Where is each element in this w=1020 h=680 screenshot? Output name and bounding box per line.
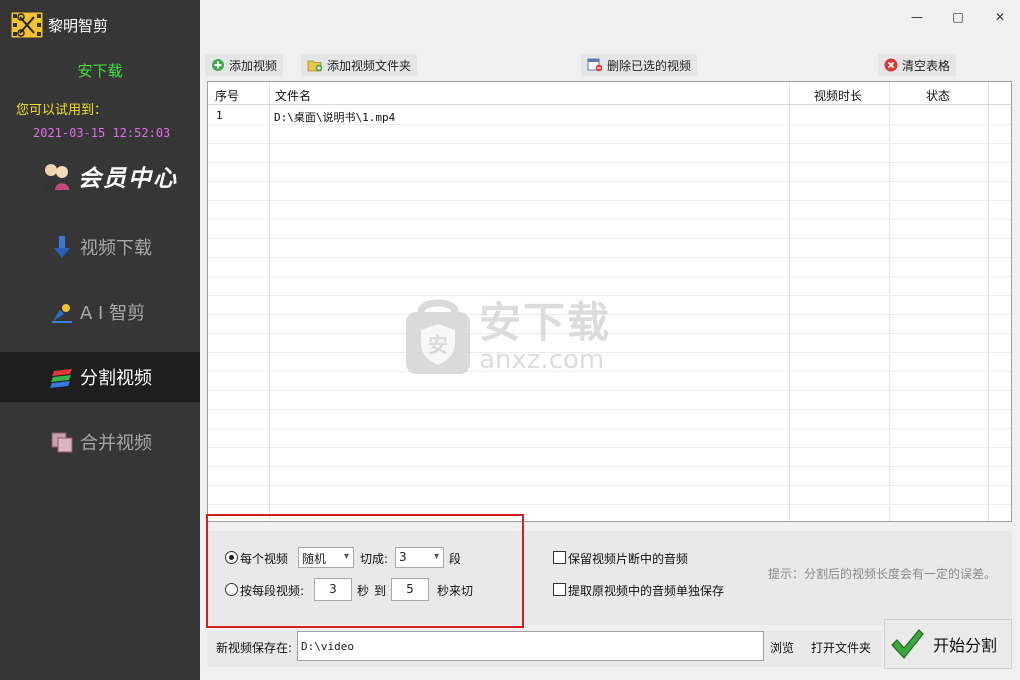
highlight-frame xyxy=(206,514,524,628)
sidebar-item-ai-clip[interactable]: A I 智剪 xyxy=(0,287,200,337)
download-arrow-icon xyxy=(54,236,70,258)
sidebar-item-label: 视频下载 xyxy=(80,238,152,259)
delete-selected-button[interactable]: 删除已选的视频 xyxy=(581,54,698,76)
save-location-label: 新视频保存在: xyxy=(216,641,293,655)
extract-audio-checkbox[interactable] xyxy=(553,583,566,596)
sidebar-item-label: 分割视频 xyxy=(80,368,152,389)
member-avatar-icon xyxy=(44,164,69,190)
row-index: 1 xyxy=(216,109,223,122)
add-folder-button[interactable]: 添加视频文件夹 xyxy=(301,54,418,76)
member-center-label: 会员中心 xyxy=(78,165,178,192)
close-button[interactable]: ✕ xyxy=(987,6,1013,28)
sidebar-item-label: 合并视频 xyxy=(80,433,152,454)
delete-selected-label: 删除已选的视频 xyxy=(607,58,692,73)
column-header-index[interactable]: 序号 xyxy=(215,87,239,104)
trial-date: 2021-03-15 12:52:03 xyxy=(33,126,171,140)
delete-list-icon xyxy=(587,58,603,72)
clear-table-button[interactable]: 清空表格 xyxy=(878,54,957,76)
open-folder-button[interactable]: 打开文件夹 xyxy=(811,639,871,656)
clear-x-icon xyxy=(884,58,898,72)
watermark-en: anxz.com xyxy=(479,345,605,375)
keep-audio-checkbox[interactable] xyxy=(553,551,566,564)
merge-video-icon xyxy=(51,432,73,453)
watermark: 安 安下载 anxz.com xyxy=(403,298,611,376)
sidebar-item-video-download[interactable]: 视频下载 xyxy=(0,222,200,272)
hint-text: 提示：分割后的视频长度会有一定的误差。 xyxy=(768,567,997,581)
watermark-shield-text: 安 xyxy=(428,333,448,357)
add-circle-icon xyxy=(212,59,224,71)
ai-clip-icon xyxy=(52,304,72,323)
folder-add-icon xyxy=(307,60,323,72)
add-video-button[interactable]: 添加视频 xyxy=(205,54,284,76)
brand-text[interactable]: 安下载 xyxy=(0,60,200,81)
sidebar-item-label: A I 智剪 xyxy=(80,303,146,324)
browse-button[interactable]: 浏览 xyxy=(770,639,794,656)
add-folder-label: 添加视频文件夹 xyxy=(327,58,412,73)
checkmark-icon xyxy=(891,629,924,659)
column-header-status[interactable]: 状态 xyxy=(926,87,950,104)
member-center-button[interactable]: 会员中心 xyxy=(40,156,178,196)
maximize-button[interactable]: □ xyxy=(945,6,971,28)
trial-label: 您可以试用到： xyxy=(16,103,108,118)
clear-table-label: 清空表格 xyxy=(902,58,951,73)
minimize-button[interactable]: — xyxy=(904,6,930,28)
extract-audio-label: 提取原视频中的音频单独保存 xyxy=(568,584,725,598)
video-table[interactable]: 序号 文件名 视频时长 状态 1 D:\桌面\说明书\1.mp4 安 安下载 a… xyxy=(207,81,1012,522)
watermark-shield-icon: 安 xyxy=(406,299,470,374)
start-split-button[interactable]: 开始分割 xyxy=(884,619,1012,669)
column-header-duration[interactable]: 视频时长 xyxy=(814,87,862,104)
app-logo-icon xyxy=(10,11,44,39)
sidebar-item-merge-video[interactable]: 合并视频 xyxy=(0,417,200,467)
add-video-label: 添加视频 xyxy=(229,58,278,73)
row-filename: D:\桌面\说明书\1.mp4 xyxy=(274,111,396,124)
sidebar: 黎明智剪 安下载 您可以试用到： 2021-03-15 12:52:03 会员中… xyxy=(0,0,200,680)
keep-audio-label: 保留视频片断中的音频 xyxy=(568,552,689,566)
column-header-filename[interactable]: 文件名 xyxy=(275,87,311,104)
save-path-input[interactable]: D:\video xyxy=(297,631,764,661)
split-video-icon xyxy=(50,369,72,388)
watermark-cn: 安下载 xyxy=(479,298,612,347)
app-title: 黎明智剪 xyxy=(48,17,109,35)
sidebar-item-split-video[interactable]: 分割视频 xyxy=(0,352,200,402)
start-split-label: 开始分割 xyxy=(933,636,998,655)
